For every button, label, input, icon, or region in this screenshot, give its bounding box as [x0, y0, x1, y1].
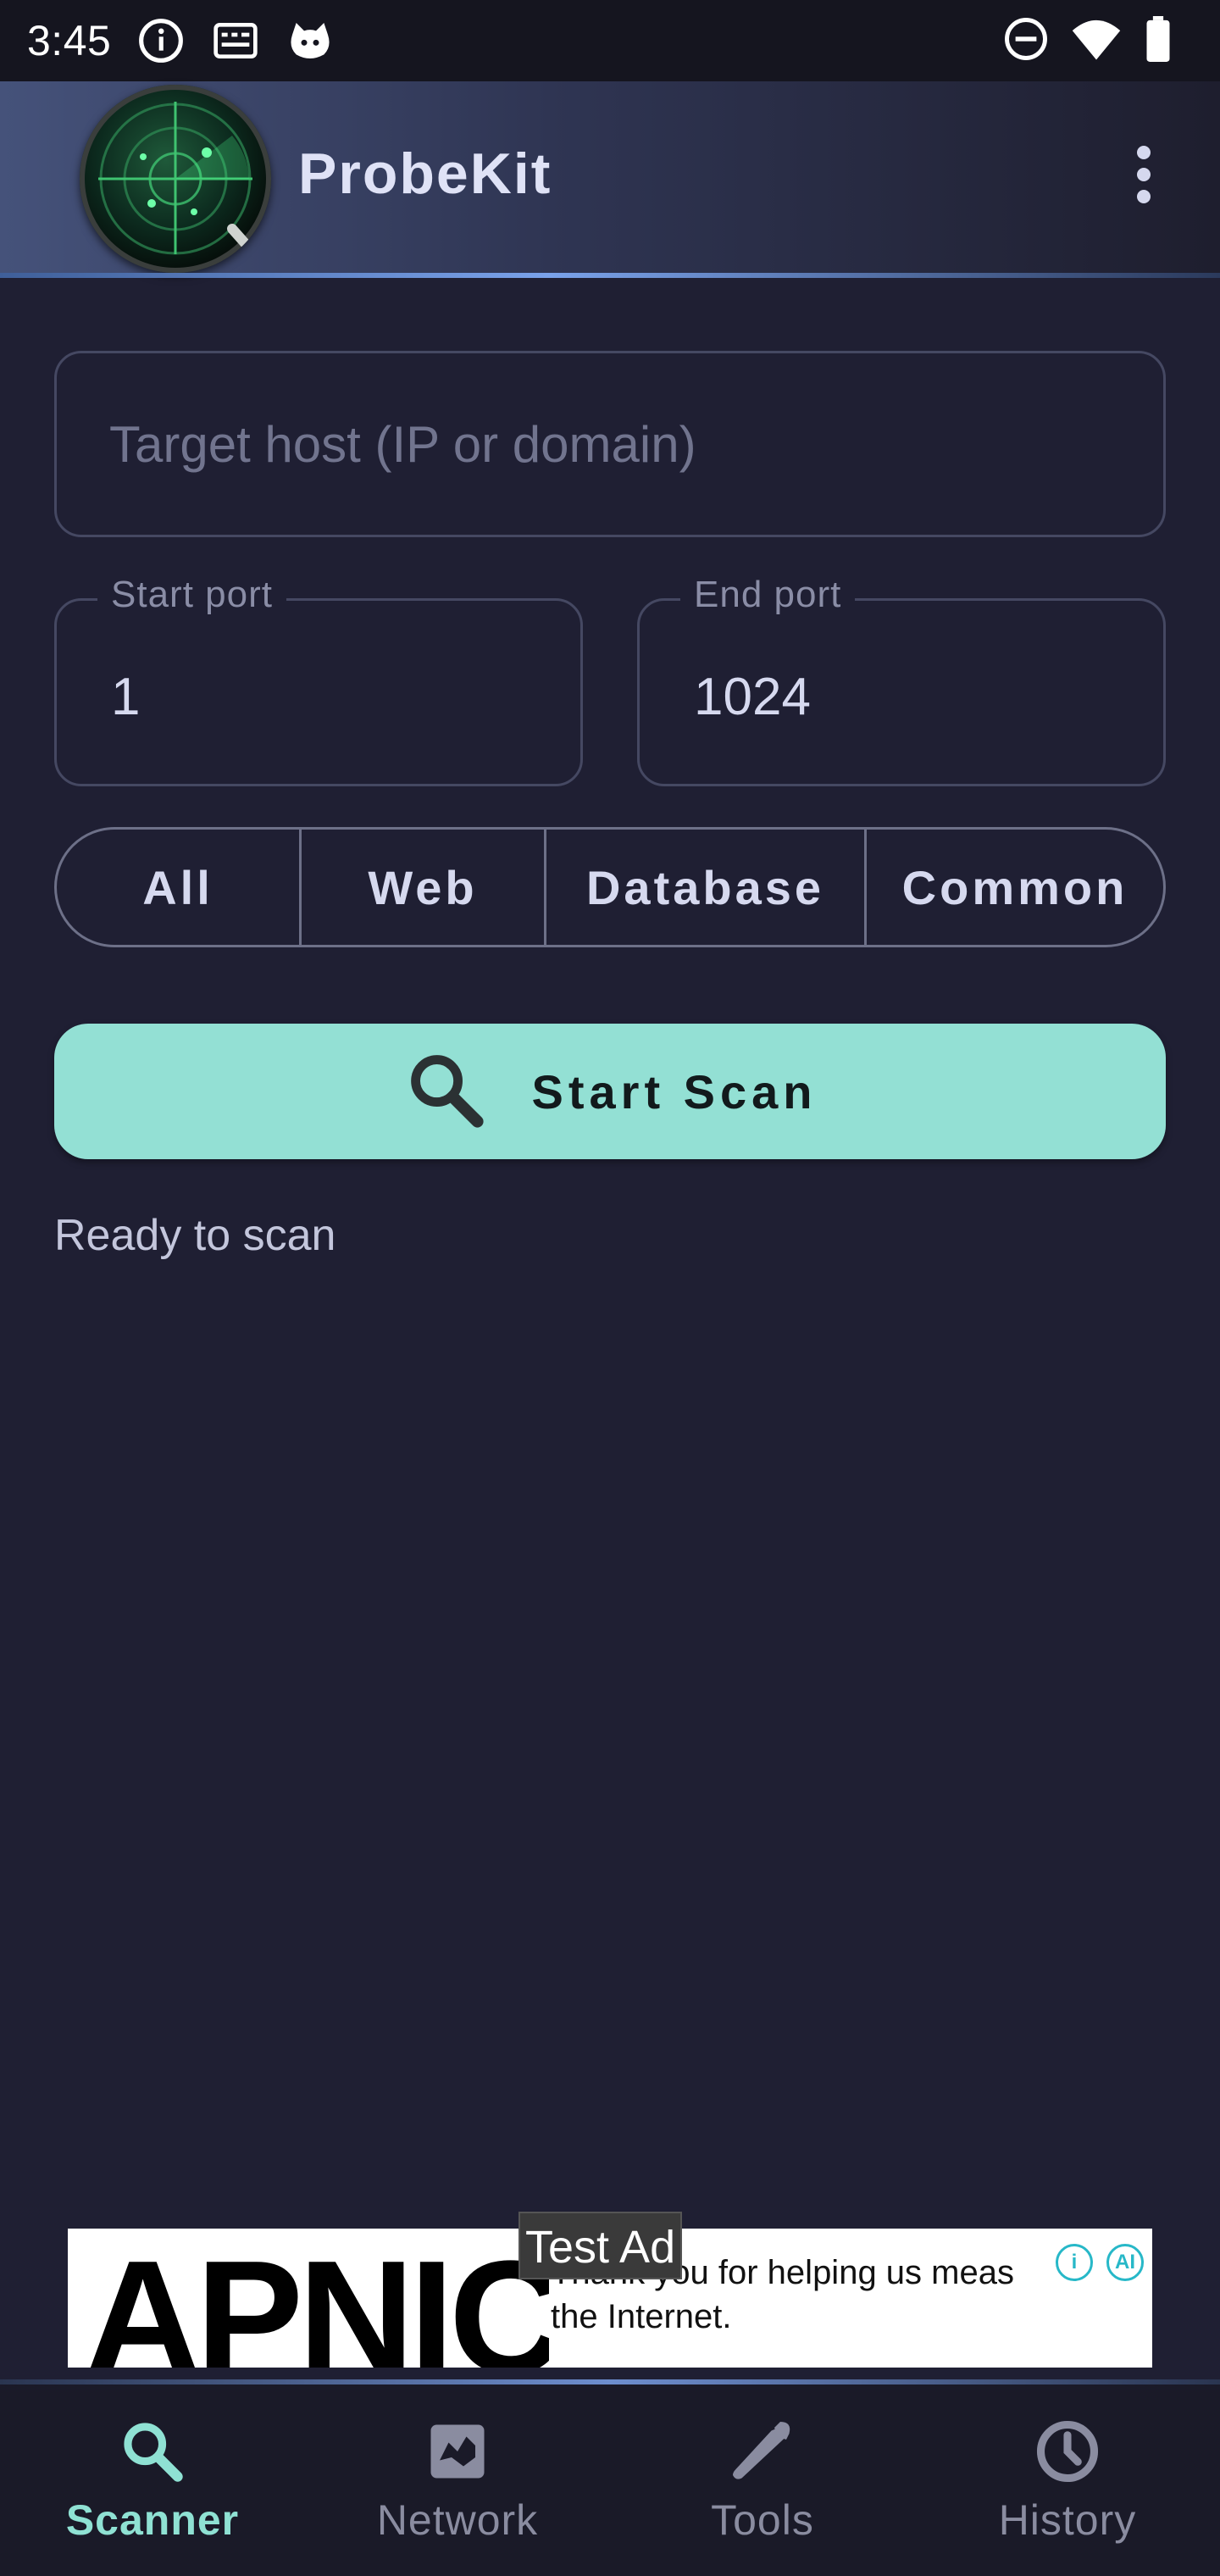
nav-label-tools: Tools	[711, 2496, 814, 2544]
nav-label-history: History	[998, 2496, 1137, 2544]
ad-icons: i AI	[1056, 2244, 1144, 2281]
preset-web-button[interactable]: Web	[302, 830, 546, 945]
nav-item-scanner[interactable]: Scanner	[0, 2384, 305, 2576]
cat-icon	[286, 16, 335, 65]
nav-label-scanner: Scanner	[65, 2496, 240, 2544]
bottom-navigation: Scanner Network Tools History	[0, 2384, 1220, 2576]
app-bar-divider	[0, 273, 1220, 278]
nav-item-history[interactable]: History	[915, 2384, 1220, 2576]
map-icon	[422, 2416, 493, 2487]
keyboard-icon	[211, 16, 260, 65]
scanner-screen: 3:45 ProbeKit Target host (IP or domain)…	[0, 0, 1220, 2576]
start-port-field[interactable]: Start port 1	[54, 574, 583, 786]
ad-choices-icon[interactable]: AI	[1106, 2244, 1144, 2281]
end-port-field[interactable]: End port 1024	[637, 574, 1166, 786]
target-host-field[interactable]	[54, 351, 1166, 537]
ad-brand-logo: APNIC	[85, 2229, 565, 2368]
preset-database-button[interactable]: Database	[546, 830, 867, 945]
more-vert-icon[interactable]	[1118, 132, 1169, 217]
radar-logo-icon	[80, 85, 271, 273]
nav-item-network[interactable]: Network	[305, 2384, 610, 2576]
start-scan-label: Start Scan	[531, 1064, 818, 1119]
wrench-icon	[727, 2416, 798, 2487]
preset-common-button[interactable]: Common	[867, 830, 1163, 945]
search-icon	[117, 2416, 188, 2487]
start-scan-button[interactable]: Start Scan	[54, 1024, 1166, 1159]
scan-status-text: Ready to scan	[54, 1211, 336, 1260]
app-title: ProbeKit	[298, 142, 552, 206]
ad-info-icon[interactable]: i	[1056, 2244, 1093, 2281]
wifi-icon	[1071, 16, 1122, 66]
end-port-value[interactable]: 1024	[694, 667, 811, 727]
status-time: 3:45	[27, 17, 112, 64]
target-host-input[interactable]	[57, 353, 1163, 535]
info-icon	[136, 16, 186, 65]
search-icon	[403, 1047, 488, 1136]
app-bar: ProbeKit	[0, 81, 1220, 278]
status-right-icons	[1003, 15, 1173, 66]
end-port-label: End port	[680, 574, 856, 616]
battery-icon	[1144, 15, 1173, 66]
test-ad-badge: Test Ad	[518, 2212, 683, 2279]
status-bar: 3:45	[0, 0, 1220, 81]
do-not-disturb-icon	[1003, 16, 1049, 66]
ad-text-line2: the Internet.	[551, 2298, 732, 2335]
start-port-value[interactable]: 1	[111, 667, 140, 727]
nav-label-network: Network	[376, 2496, 539, 2544]
start-port-label: Start port	[97, 574, 286, 616]
clock-icon	[1032, 2416, 1103, 2487]
preset-all-button[interactable]: All	[57, 830, 302, 945]
port-preset-segmented-control: All Web Database Common	[54, 827, 1166, 947]
nav-item-tools[interactable]: Tools	[610, 2384, 915, 2576]
